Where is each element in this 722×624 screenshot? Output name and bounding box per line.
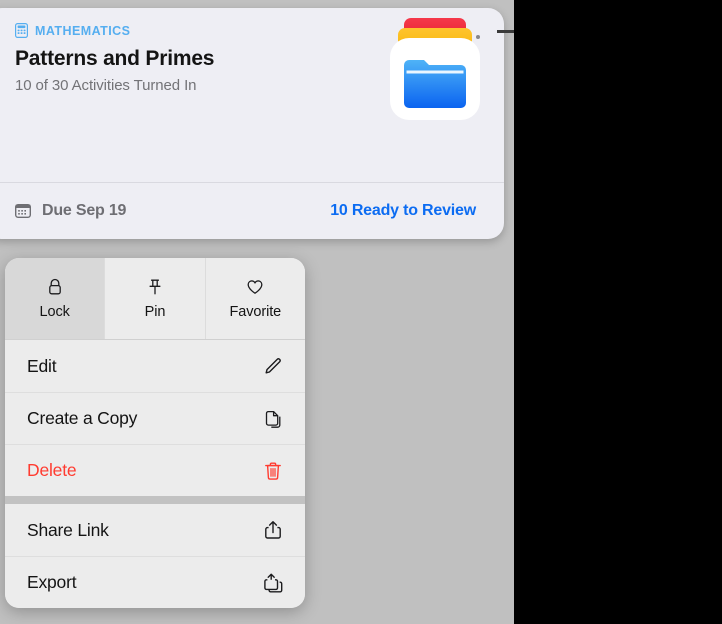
quick-action-pin[interactable]: Pin (104, 258, 204, 339)
context-menu[interactable]: Lock Pin Favorite Edit (5, 258, 305, 608)
calculator-icon (15, 23, 28, 38)
quick-action-label: Favorite (230, 304, 282, 320)
assignment-card[interactable]: MATHEMATICS Patterns and Primes 10 of 30… (0, 8, 504, 239)
ready-to-review-link[interactable]: 10 Ready to Review (330, 202, 476, 220)
menu-item-create-a-copy[interactable]: Create a Copy (5, 392, 305, 444)
files-app-icon (390, 18, 480, 120)
menu-item-label: Export (27, 572, 76, 593)
menu-item-export[interactable]: Export (5, 556, 305, 608)
duplicate-icon (262, 408, 284, 430)
quick-action-label: Pin (145, 304, 166, 320)
menu-item-label: Edit (27, 356, 56, 377)
quick-action-label: Lock (40, 304, 70, 320)
trash-icon (262, 460, 284, 482)
menu-group-separator (5, 496, 305, 504)
quick-action-favorite[interactable]: Favorite (205, 258, 305, 339)
heart-icon (245, 277, 265, 297)
menu-group-primary: Edit Create a Copy Delete (5, 340, 305, 496)
subject-label: MATHEMATICS (35, 24, 130, 38)
menu-item-share-link[interactable]: Share Link (5, 504, 305, 556)
folder-icon (404, 58, 466, 108)
export-icon (262, 572, 284, 594)
lock-icon (45, 277, 65, 297)
calendar-icon (15, 203, 31, 219)
menu-item-label: Create a Copy (27, 408, 137, 429)
menu-item-label: Share Link (27, 520, 109, 541)
assignment-card-footer: Due Sep 19 10 Ready to Review (0, 183, 504, 239)
pin-icon (145, 277, 165, 297)
menu-item-label: Delete (27, 460, 76, 481)
right-black-panel (514, 0, 722, 624)
quick-actions-row: Lock Pin Favorite (5, 258, 305, 340)
menu-item-edit[interactable]: Edit (5, 340, 305, 392)
menu-group-share: Share Link Export (5, 504, 305, 608)
share-icon (262, 519, 284, 541)
due-date-label: Due Sep 19 (42, 202, 126, 220)
menu-item-delete[interactable]: Delete (5, 444, 305, 496)
assignment-card-body: MATHEMATICS Patterns and Primes 10 of 30… (0, 8, 504, 182)
quick-action-lock[interactable]: Lock (5, 258, 104, 339)
due-group: Due Sep 19 (15, 202, 126, 220)
pencil-icon (262, 355, 284, 377)
